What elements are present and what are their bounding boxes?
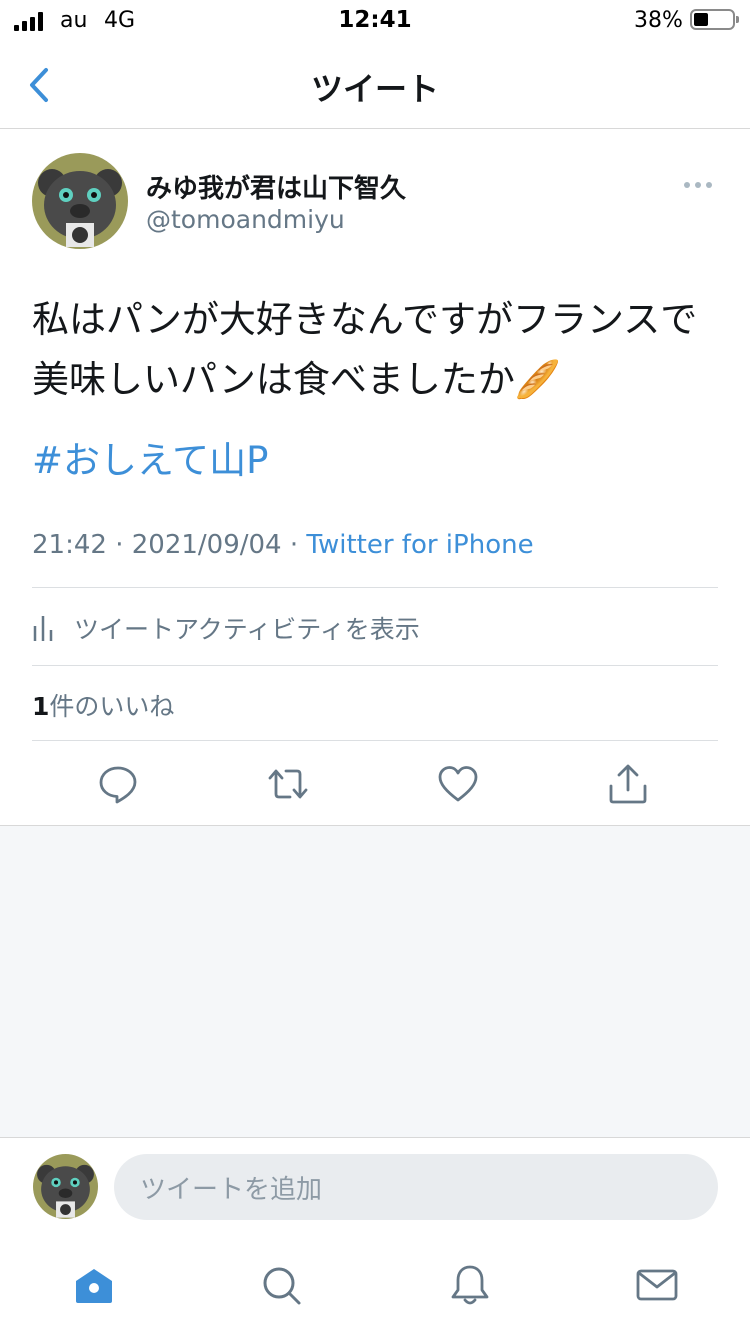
meta-separator: · (289, 530, 299, 560)
divider (32, 740, 718, 741)
hashtag-link[interactable]: #おしえて山P (32, 430, 268, 484)
navigation-bar: ツイート (0, 44, 750, 129)
tweet-activity-button[interactable]: ツイートアクティビティを表示 (32, 608, 420, 648)
tweet-date: 2021/09/04 (131, 530, 282, 560)
tweet-source-link[interactable]: Twitter for iPhone (306, 530, 533, 560)
more-options-button[interactable] (684, 182, 712, 188)
likes-label: 件のいいね (49, 692, 175, 721)
likes-count-link[interactable]: 1件のいいね (32, 687, 174, 723)
mail-icon (636, 1269, 678, 1301)
battery-icon (690, 9, 739, 30)
search-icon (263, 1267, 301, 1305)
user-handle[interactable]: @tomoandmiyu (146, 205, 345, 234)
retweet-icon (268, 769, 308, 799)
tab-messages[interactable] (635, 1263, 679, 1307)
tab-search[interactable] (259, 1263, 303, 1307)
share-icon (609, 764, 647, 804)
comment-icon (99, 766, 137, 804)
tweet-text: 私はパンが大好きなんですがフランスで美味しいパンは食べましたか🥖 (32, 298, 698, 401)
divider (32, 587, 718, 588)
meta-separator: · (115, 530, 124, 560)
divider (0, 1137, 750, 1138)
retweet-button[interactable] (266, 762, 310, 806)
divider (32, 665, 718, 666)
heart-icon (438, 766, 478, 802)
tab-notifications[interactable] (448, 1263, 492, 1307)
page-title: ツイート (310, 70, 439, 108)
like-button[interactable] (436, 762, 480, 806)
home-icon (76, 1269, 112, 1303)
avatar[interactable] (32, 153, 128, 249)
share-button[interactable] (606, 762, 650, 806)
reply-button[interactable] (96, 762, 140, 806)
tweet-time: 21:42 (32, 530, 107, 560)
bell-icon (451, 1265, 489, 1305)
reply-input[interactable]: ツイートを追加 (114, 1154, 718, 1220)
my-avatar[interactable] (33, 1154, 98, 1219)
tweet-meta: 21:42 · 2021/09/04 · Twitter for iPhone (32, 530, 534, 560)
replies-area (0, 826, 750, 1137)
bar-chart-icon (33, 616, 53, 641)
display-name[interactable]: みゆ我が君は山下智久 (146, 168, 406, 205)
more-horizontal-icon (684, 182, 690, 188)
battery-percent: 38% (634, 8, 683, 33)
tweet-activity-label: ツイートアクティビティを表示 (74, 615, 420, 644)
status-bar: au 4G 12:41 38% (0, 0, 750, 44)
tab-home[interactable] (72, 1263, 116, 1307)
likes-count: 1 (32, 692, 50, 721)
